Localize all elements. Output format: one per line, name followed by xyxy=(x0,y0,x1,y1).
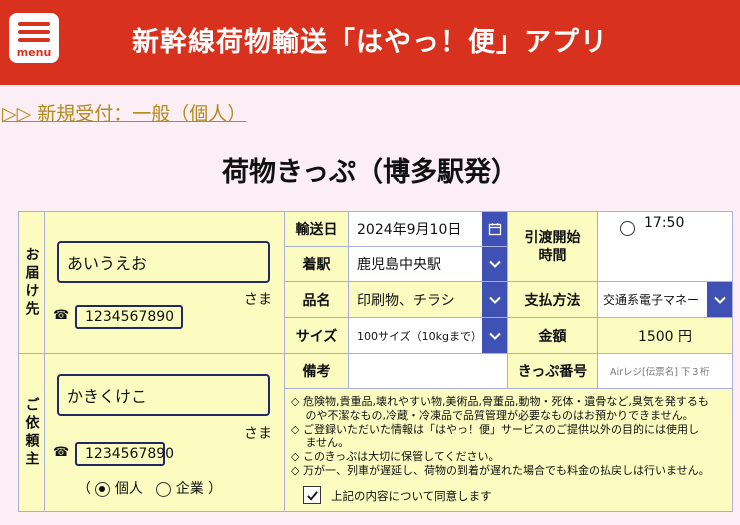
size-select[interactable]: 100サイズ（10kgまで） xyxy=(348,317,508,354)
agreement-label: 上記の内容について同意します xyxy=(331,489,492,503)
sender-type-group: （ 個人 企業 ） xyxy=(77,478,222,498)
date-label: 輸送日 xyxy=(284,211,349,247)
notice-list: ◇ 危険物,貴重品,壊れやすい物,美術品,骨董品,動物・死体・遺骨など,臭気を発… xyxy=(291,395,727,478)
date-value: 2024年9月10日 xyxy=(357,222,462,238)
notice-item: ◇ ご登録いただいた情報は「はやっ！便」サービスのご提供以外の目的には使用し xyxy=(291,422,699,436)
station-select[interactable]: 鹿児島中央駅 xyxy=(348,246,508,282)
size-label: サイズ xyxy=(284,317,349,354)
app-header: menu 新幹線荷物輸送「はやっ！便」アプリ xyxy=(0,0,740,85)
radio-label-company: 企業 xyxy=(175,481,204,497)
breadcrumb[interactable]: ▷▷ 新規受付：一般（個人） xyxy=(2,99,246,126)
item-value: 印刷物、チラシ xyxy=(357,292,455,309)
recipient-honorific: さま xyxy=(244,292,272,308)
handover-label-line1: 引渡開始 xyxy=(524,229,581,246)
recipient-section: あいうえお さま ☎ 1234567890 xyxy=(44,211,285,354)
ticket-number-placeholder: Airレジ[伝票名] 下３桁 xyxy=(610,367,710,378)
size-value: 100サイズ（10kgまで） xyxy=(357,329,481,343)
page-title: 荷物きっぷ（博多駅発） xyxy=(222,157,518,188)
sender-section: かきくけこ さま ☎ 1234567890 （ 個人 企業 ） xyxy=(44,353,285,512)
menu-button[interactable]: menu xyxy=(9,13,59,63)
menu-label: menu xyxy=(16,46,52,59)
item-dropdown-button[interactable] xyxy=(482,282,507,317)
menu-icon xyxy=(18,22,50,26)
sender-section-label: ご依頼主 xyxy=(18,353,45,512)
handover-time-field: 17:50 xyxy=(597,211,733,282)
notice-item: ません。 xyxy=(291,436,350,450)
recipient-name-input[interactable]: あいうえお xyxy=(57,241,270,283)
payment-label: 支払方法 xyxy=(507,281,598,318)
item-label: 品名 xyxy=(284,281,349,318)
station-dropdown-button[interactable] xyxy=(482,247,507,281)
recipient-phone-input[interactable]: 1234567890 xyxy=(75,305,183,329)
chevron-down-icon xyxy=(488,296,501,304)
notice-item: ◇ このきっぷは大切に保管してください。 xyxy=(291,450,500,464)
sender-name-input[interactable]: かきくけこ xyxy=(57,374,270,416)
radio-company[interactable] xyxy=(156,481,172,497)
notice-area: ◇ 危険物,貴重品,壊れやすい物,美術品,骨董品,動物・死体・遺骨など,臭気を発… xyxy=(284,388,733,512)
amount-value: 1500 円 xyxy=(637,328,693,345)
notice-item: ◇ 万が一、列車が遅延し、荷物の到着が遅れた場合でも料金の払戻しは行いません。 xyxy=(291,463,710,477)
date-field[interactable]: 2024年9月10日 xyxy=(348,211,508,247)
amount-label: 金額 xyxy=(507,317,598,354)
menu-icon-bar xyxy=(18,38,50,42)
item-select[interactable]: 印刷物、チラシ xyxy=(348,281,508,318)
handover-label: 引渡開始 時間 xyxy=(507,211,598,282)
sender-phone-input[interactable]: 1234567890 xyxy=(75,442,174,466)
radio-label-individual: 個人 xyxy=(114,481,143,497)
checkmark-icon xyxy=(306,490,318,501)
agreement-checkbox[interactable] xyxy=(303,486,321,504)
handover-time-value: 17:50 xyxy=(644,215,685,231)
ticket-number-label: きっぷ番号 xyxy=(507,353,598,389)
sender-honorific: さま xyxy=(244,426,272,442)
amount-field: 1500 円 xyxy=(597,317,733,354)
radio-individual[interactable] xyxy=(95,481,111,497)
payment-select[interactable]: 交通系電子マネー xyxy=(597,281,733,318)
chevron-down-icon xyxy=(488,332,501,340)
notice-item: のや不潔なもの,冷蔵・冷凍品で品質管理が必要なものはお預かりできません。 xyxy=(291,408,694,422)
payment-dropdown-button[interactable] xyxy=(707,282,732,317)
handover-label-line2: 時間 xyxy=(538,247,567,264)
phone-icon: ☎ xyxy=(53,308,70,323)
recipient-section-label: お届け先 xyxy=(18,211,45,354)
station-label: 着駅 xyxy=(284,246,349,282)
notice-item: ◇ 危険物,貴重品,壊れやすい物,美術品,骨董品,動物・死体・遺骨など,臭気を発… xyxy=(291,395,709,408)
calendar-icon xyxy=(488,223,501,236)
chevron-down-icon xyxy=(488,260,501,268)
paren-close: ） xyxy=(208,481,223,497)
size-dropdown-button[interactable] xyxy=(482,318,507,353)
phone-icon: ☎ xyxy=(53,445,70,460)
ticket-number-input[interactable]: Airレジ[伝票名] 下３桁 xyxy=(597,353,733,389)
menu-icon-bar xyxy=(18,30,50,34)
remarks-input[interactable] xyxy=(348,353,508,389)
paren-open: （ xyxy=(77,481,91,497)
payment-value: 交通系電子マネー xyxy=(603,293,700,307)
calendar-button[interactable] xyxy=(482,212,507,246)
station-value: 鹿児島中央駅 xyxy=(357,257,441,273)
chevron-down-icon xyxy=(713,296,726,304)
app-title: 新幹線荷物輸送「はやっ！便」アプリ xyxy=(132,27,608,58)
remarks-label: 備考 xyxy=(284,353,349,389)
ticket-form: お届け先 あいうえお さま ☎ 1234567890 ご依頼主 かきくけこ さま… xyxy=(18,211,733,512)
handover-time-radio[interactable] xyxy=(620,221,635,236)
